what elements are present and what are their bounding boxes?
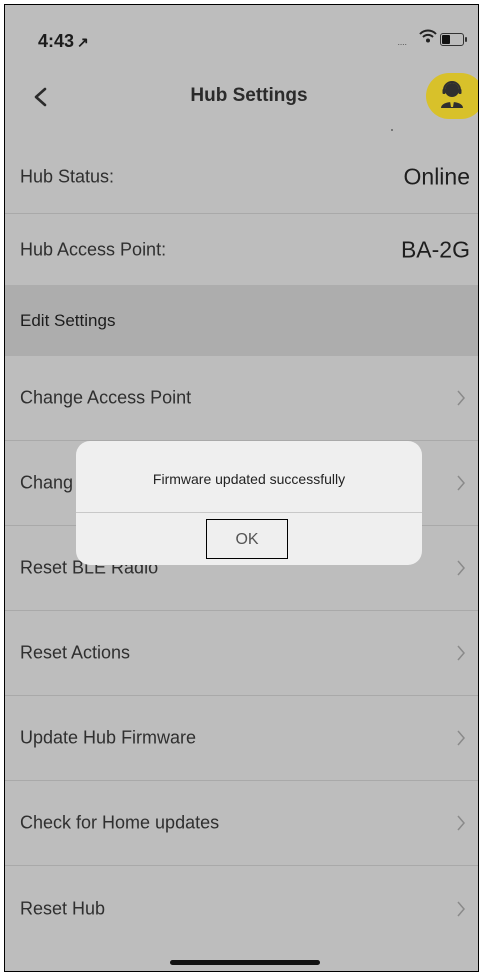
menu-item-change-access-point[interactable]: Change Access Point (5, 356, 478, 441)
chevron-right-icon (457, 390, 465, 406)
battery-icon (440, 33, 467, 46)
status-bar: 4:43 ↗ ․․․․ (5, 5, 478, 73)
status-time: 4:43 ↗ (38, 31, 89, 51)
menu-item-update-hub-firmware[interactable]: Update Hub Firmware (5, 696, 478, 781)
chevron-right-icon (457, 901, 465, 916)
chevron-right-icon (457, 475, 465, 491)
chevron-right-icon (457, 730, 465, 746)
nav-bar: Hub Settings (5, 73, 478, 123)
menu-item-reset-hub[interactable]: Reset Hub (5, 866, 478, 951)
menu-item-label: Chang (20, 472, 74, 493)
hub-status-value: Online (403, 163, 470, 190)
menu-item-label: Check for Home updates (20, 812, 220, 833)
menu-item-label: Change Access Point (20, 387, 192, 408)
chevron-right-icon (457, 645, 465, 661)
alert-message: Firmware updated successfully (152, 471, 346, 487)
menu-item-label: Reset Actions (20, 642, 131, 663)
support-agent-icon (441, 81, 463, 108)
chevron-right-icon (457, 815, 465, 831)
section-header-edit-settings: Edit Settings (5, 285, 478, 356)
hub-access-point-row: Hub Access Point: BA-2G (5, 214, 478, 285)
hub-status-label: Hub Status: (20, 166, 115, 187)
chevron-right-icon (457, 560, 465, 576)
ok-button[interactable]: OK (206, 519, 288, 559)
page-title: Hub Settings (190, 85, 308, 106)
location-arrow-icon: ↗ (77, 34, 89, 50)
wifi-icon (419, 29, 437, 43)
menu-item-label: Reset Hub (20, 898, 106, 918)
phone-screen: 4:43 ↗ ․․․․ Hub Settings Hub Status: Onl… (4, 4, 479, 972)
hub-access-point-label: Hub Access Point: (20, 239, 167, 259)
hub-access-point-value: BA-2G (400, 236, 470, 262)
hub-status-row: Hub Status: Online (5, 141, 478, 214)
menu-item-check-for-home-updates[interactable]: Check for Home updates (5, 781, 478, 866)
support-button[interactable] (426, 73, 478, 119)
scroll-edge (5, 123, 478, 142)
alert-divider (76, 512, 422, 513)
home-indicator[interactable] (170, 960, 320, 965)
menu-item-reset-actions[interactable]: Reset Actions (5, 611, 478, 696)
alert-dialog: Firmware updated successfully OK (76, 441, 422, 565)
menu-item-label: Update Hub Firmware (20, 727, 197, 748)
cellular-signal-icon: ․․․․ (397, 37, 407, 48)
